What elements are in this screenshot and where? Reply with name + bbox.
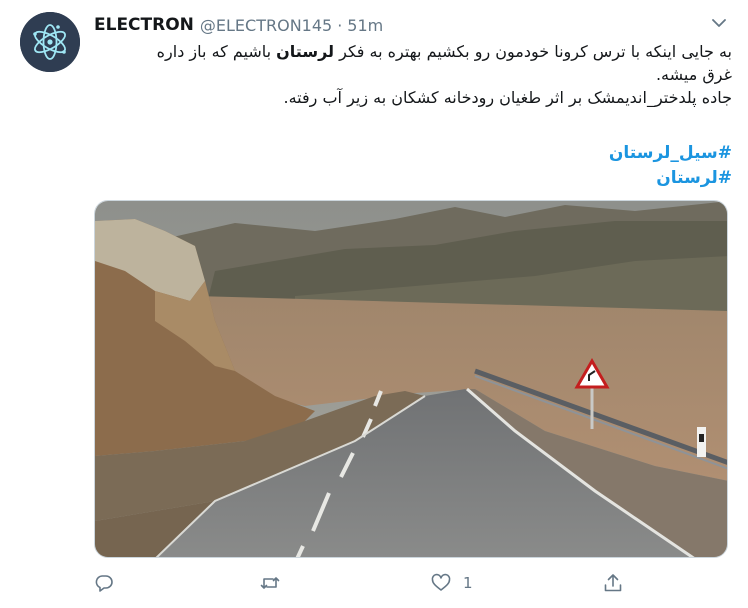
like-count: 1 [463,574,473,592]
tweet-photo[interactable] [94,200,728,558]
heart-icon [431,573,451,591]
flooded-road-photo [95,201,727,557]
retweet-icon [260,577,280,589]
hashtag-link[interactable]: #لرستان [94,166,732,191]
tweet-text-line-1: به جایی اینکه با ترس کرونا خودمون رو بکش… [94,40,732,63]
share-button[interactable] [603,568,635,598]
text-segment: به جایی اینکه با ترس کرونا خودمون رو بکش… [334,42,732,61]
like-button[interactable]: 1 [431,568,473,598]
avatar[interactable] [20,12,80,72]
reply-button[interactable] [94,568,126,598]
hashtag-list: #سیل_لرستان #لرستان [94,141,732,191]
retweet-button[interactable] [260,568,292,598]
tweet-text-line-2: غرق میشه. [655,65,732,84]
more-options-button[interactable] [708,12,730,34]
separator-dot: · [337,15,343,35]
text-segment: باشیم که باز داره [156,42,277,61]
tweet-header: ELECTRON @ELECTRON145 · 51m [94,13,383,37]
reply-icon [95,575,113,592]
hashtag-link[interactable]: #سیل_لرستان [94,141,732,166]
share-icon [604,574,622,592]
chevron-down-icon [712,18,726,27]
tweet-text: به جایی اینکه با ترس کرونا خودمون رو بکش… [94,40,732,109]
tweet-text-line-3: جاده پلدختر_اندیمشک بر اثر طغیان رودخانه… [283,88,732,107]
bold-text-segment: لرستان [276,42,335,61]
author-handle[interactable]: @ELECTRON145 [200,16,332,35]
tweet-timestamp[interactable]: 51m [347,16,383,35]
tweet-actions: 1 [94,568,654,598]
author-name[interactable]: ELECTRON [94,15,194,35]
atom-logo-icon [20,12,80,72]
